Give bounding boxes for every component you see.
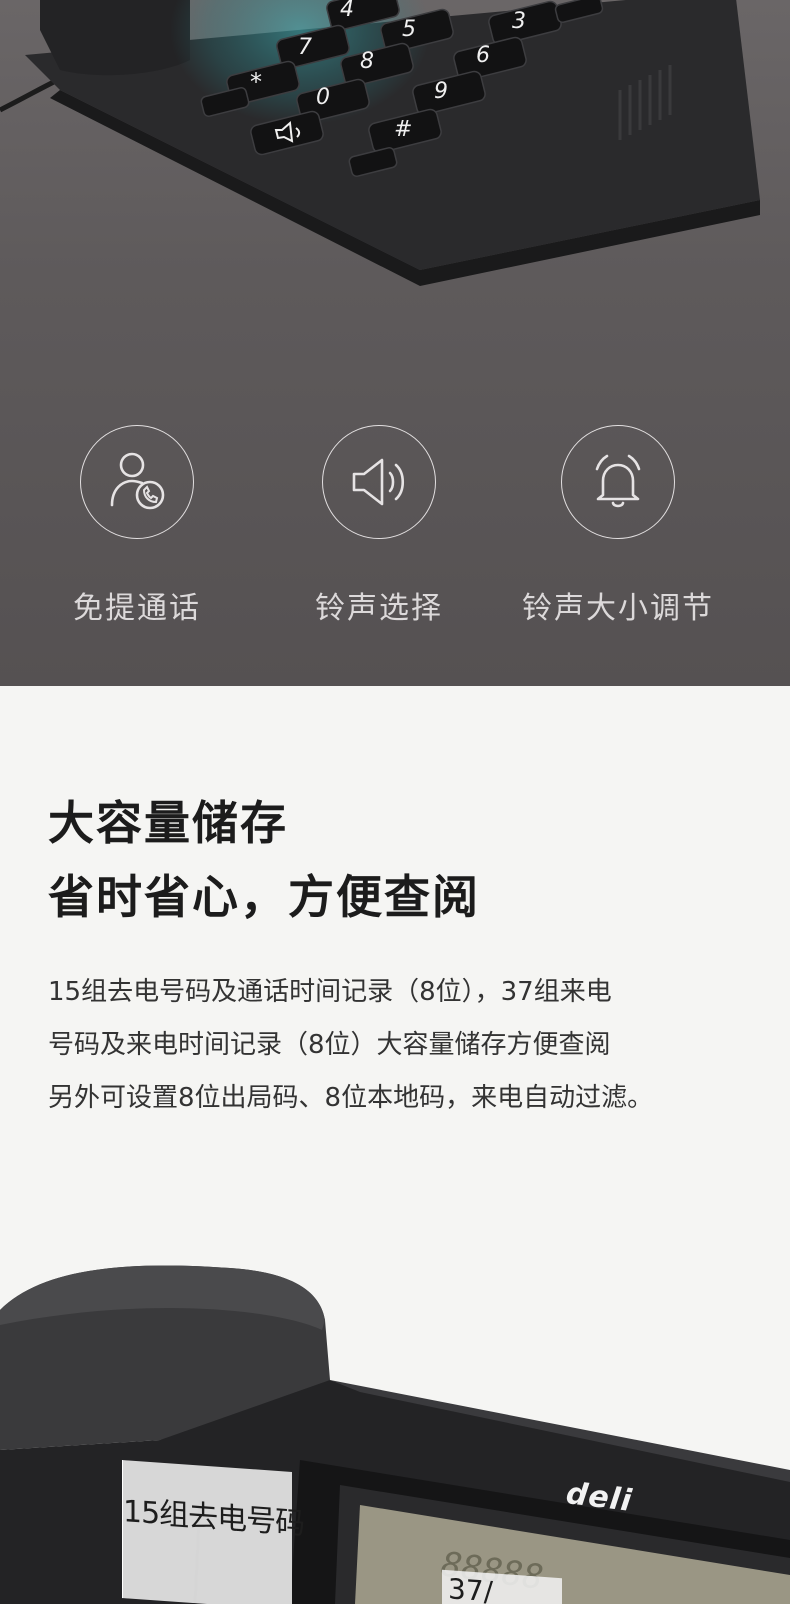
feature-volume-adjust: 铃声大小调节: [508, 425, 728, 627]
callout-incoming-label: 37/: [448, 1572, 494, 1604]
headline-line-2: 省时省心，方便查阅: [48, 870, 480, 924]
key-7-label: 7: [298, 35, 312, 60]
key-8-label: 8: [360, 49, 374, 74]
description-line-1: 15组去电号码及通话时间记录（8位），37组来电: [48, 977, 612, 1007]
section-headline: 大容量储存 省时省心，方便查阅: [48, 786, 480, 934]
phone-display-illustration: 88888: [0, 1265, 790, 1604]
description-line-3: 另外可设置8位出局码、8位本地码，来电自动过滤。: [48, 1083, 654, 1113]
key-star-label: *: [250, 68, 262, 96]
handsfree-call-icon: [80, 425, 194, 539]
feature-label-ringtone-select: 铃声选择: [315, 591, 443, 626]
bell-icon: [561, 425, 675, 539]
feature-banner: 4 5 3 7 8 6 * 0 9 # 免提通话 铃声选择 铃声大小调节: [0, 0, 790, 686]
key-0-label: 0: [316, 85, 330, 110]
speaker-icon: [322, 425, 436, 539]
key-4-label: 4: [340, 0, 354, 22]
feature-handsfree: 免提通话: [27, 425, 247, 627]
key-9-label: 9: [434, 79, 448, 104]
key-6-label: 6: [476, 43, 490, 68]
section-description: 15组去电号码及通话时间记录（8位），37组来电 号码及来电时间记录（8位）大容…: [48, 966, 748, 1125]
callout-outgoing-records: 15组去电号码: [122, 1460, 305, 1604]
phone-keypad-illustration: 4 5 3 7 8 6 * 0 9 #: [0, 0, 760, 286]
feature-label-handsfree: 免提通话: [73, 591, 201, 626]
description-line-2: 号码及来电时间记录（8位）大容量储存方便查阅: [48, 1030, 611, 1060]
key-3-label: 3: [512, 9, 526, 34]
key-hash-label: #: [394, 117, 412, 142]
callout-outgoing-label: 15组去电号码: [123, 1494, 305, 1542]
feature-ringtone-select: 铃声选择: [269, 425, 489, 627]
key-5-label: 5: [402, 17, 416, 42]
feature-list: 免提通话 铃声选择 铃声大小调节: [0, 425, 790, 627]
headline-line-1: 大容量储存: [48, 796, 288, 850]
feature-label-volume-adjust: 铃声大小调节: [522, 591, 714, 626]
